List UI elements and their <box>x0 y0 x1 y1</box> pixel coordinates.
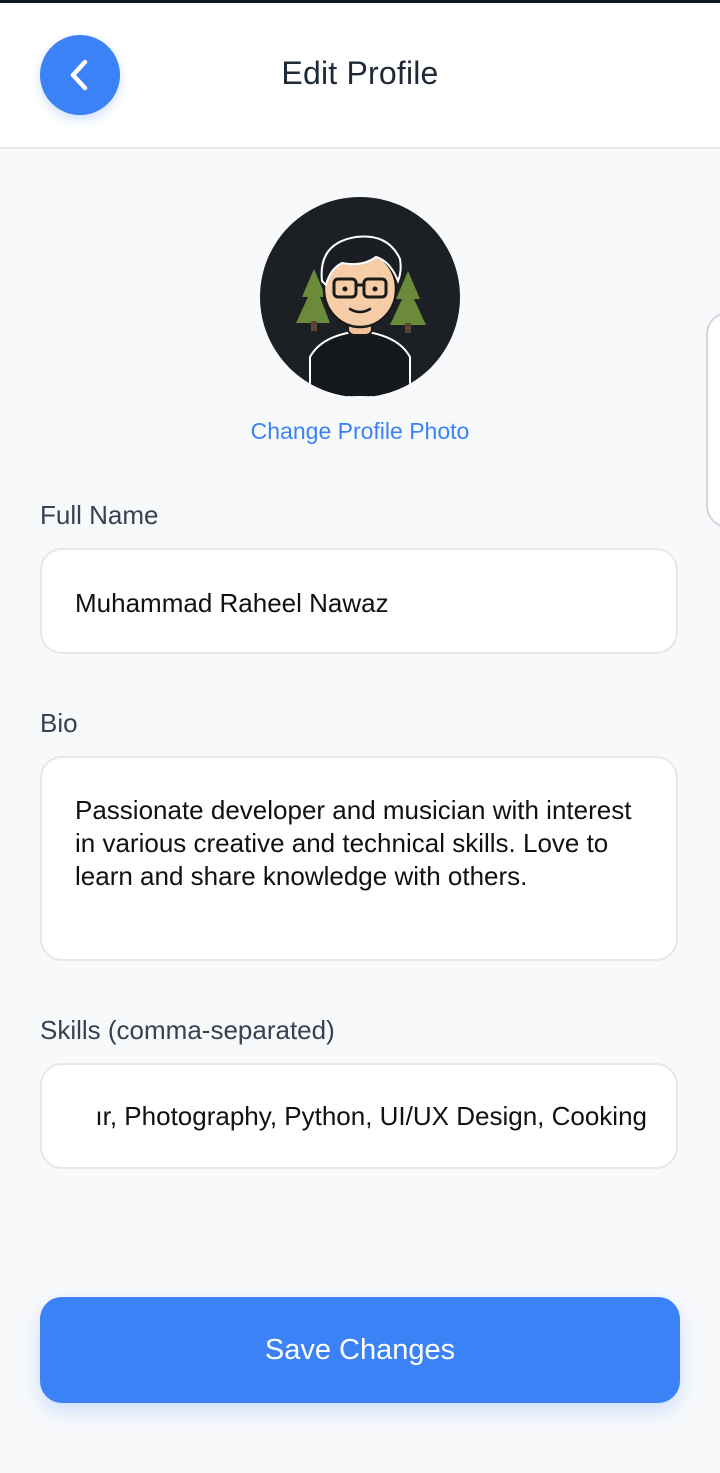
bio-value: Passionate developer and musician with i… <box>75 795 632 891</box>
avatar[interactable] <box>260 197 460 397</box>
bio-label: Bio <box>40 708 78 738</box>
change-photo-link[interactable]: Change Profile Photo <box>0 418 720 445</box>
avatar-illustration <box>296 235 426 397</box>
side-panel-handle[interactable] <box>706 312 720 528</box>
app-header: Edit Profile <box>0 3 720 149</box>
skills-value: ır, Photography, Python, UI/UX Design, C… <box>95 1101 647 1131</box>
full-name-label: Full Name <box>40 500 159 530</box>
bio-textarea[interactable]: Passionate developer and musician with i… <box>40 756 678 961</box>
skills-label: Skills (comma-separated) <box>40 1015 335 1045</box>
skills-input[interactable]: ır, Photography, Python, UI/UX Design, C… <box>40 1063 678 1169</box>
full-name-input[interactable]: Muhammad Raheel Nawaz <box>40 548 678 654</box>
page-title: Edit Profile <box>281 55 439 91</box>
save-changes-button[interactable]: Save Changes <box>40 1297 680 1403</box>
skills-scroll-area: ır, Photography, Python, UI/UX Design, C… <box>75 1065 647 1167</box>
full-name-value: Muhammad Raheel Nawaz <box>75 588 389 618</box>
